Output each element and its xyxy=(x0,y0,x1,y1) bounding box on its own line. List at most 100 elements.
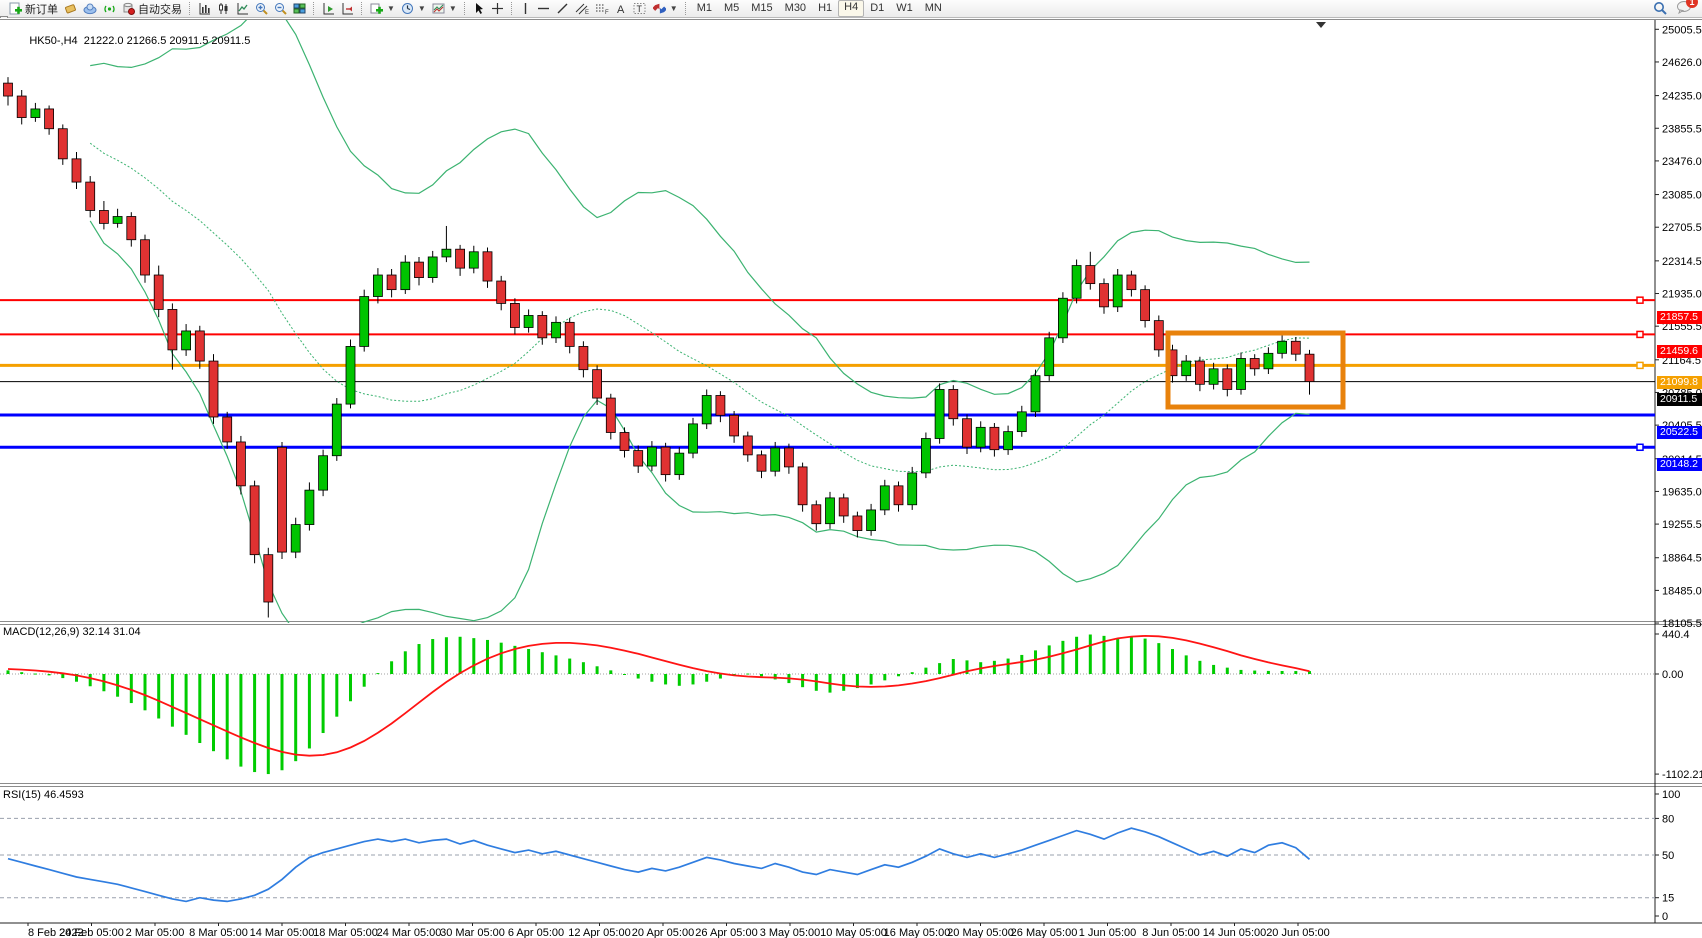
crosshair-icon xyxy=(491,2,504,15)
macd-histogram-bar xyxy=(1020,655,1023,674)
bar-chart-button[interactable] xyxy=(195,1,214,17)
rsi-axis-tick: 15 xyxy=(1662,893,1674,905)
macd-histogram-bar xyxy=(7,670,10,674)
line-handle[interactable] xyxy=(1637,297,1643,303)
auto-scroll-button[interactable] xyxy=(319,1,338,17)
cloud-icon xyxy=(83,2,97,15)
time-axis-label: 20 Jun 05:00 xyxy=(1266,927,1330,938)
level-price-badge: 21857.5 xyxy=(1657,311,1702,324)
horizontal-line-button[interactable] xyxy=(534,1,553,17)
candle-body xyxy=(236,442,245,486)
auto-trading-button[interactable]: 自动交易 xyxy=(119,1,185,17)
zoom-in-button[interactable] xyxy=(252,1,271,17)
crosshair-button[interactable] xyxy=(488,1,507,17)
macd-histogram-bar xyxy=(376,673,379,674)
macd-histogram-bar xyxy=(692,674,695,684)
chart-canvas[interactable]: 25005.524626.024235.023855.523476.023085… xyxy=(0,18,1702,938)
line-chart-button[interactable] xyxy=(233,1,252,17)
macd-histogram-bar xyxy=(1116,638,1119,674)
line-handle[interactable] xyxy=(1637,444,1643,450)
candle-body xyxy=(223,417,232,442)
profile-button[interactable] xyxy=(80,1,100,17)
arrows-button[interactable]: ▼ xyxy=(650,1,681,17)
templates-button[interactable]: ▼ xyxy=(429,1,460,17)
vertical-line-button[interactable] xyxy=(517,1,534,17)
timeframe-button-mn[interactable]: MN xyxy=(919,1,948,16)
timeframe-button-h4[interactable]: H4 xyxy=(838,0,864,17)
candle-body xyxy=(442,249,451,257)
candle-body xyxy=(469,252,478,268)
candle-body xyxy=(168,309,177,349)
timeframe-button-m30[interactable]: M30 xyxy=(779,1,812,16)
candle-body xyxy=(1305,354,1314,381)
macd-histogram-bar xyxy=(637,674,640,679)
macd-histogram-bar xyxy=(678,674,681,686)
candle-body xyxy=(332,404,341,456)
candle-body xyxy=(264,555,273,602)
candle-body xyxy=(127,217,136,240)
macd-histogram-bar xyxy=(34,674,37,675)
trendline-button[interactable] xyxy=(553,1,572,17)
macd-histogram-bar xyxy=(1089,635,1092,674)
timeframe-button-w1[interactable]: W1 xyxy=(890,1,919,16)
line-handle[interactable] xyxy=(1637,331,1643,337)
macd-histogram-bar xyxy=(760,674,763,676)
search-icon[interactable] xyxy=(1653,1,1668,16)
toolbar-separator xyxy=(361,2,363,15)
dropdown-arrow-icon: ▼ xyxy=(387,4,395,13)
trendline-icon xyxy=(556,2,569,15)
line-handle[interactable] xyxy=(1637,362,1643,368)
macd-histogram-bar xyxy=(267,674,270,774)
eraser-button[interactable] xyxy=(61,1,80,17)
candle-body xyxy=(675,453,684,475)
candle-body xyxy=(456,249,465,268)
timeframe-button-m15[interactable]: M15 xyxy=(745,1,778,16)
indicators-button[interactable]: ▼ xyxy=(367,1,398,17)
time-axis-label: 2 Mar 05:00 xyxy=(126,927,185,938)
toolbar-separator xyxy=(511,2,513,15)
rsi-axis-tick: 80 xyxy=(1662,813,1674,825)
candle-body xyxy=(716,395,725,415)
time-axis-label: 10 May 05:00 xyxy=(820,927,887,938)
zoom-out-button[interactable] xyxy=(271,1,290,17)
text-button[interactable]: A xyxy=(612,1,630,17)
macd-histogram-bar xyxy=(541,652,544,674)
cursor-button[interactable] xyxy=(470,1,488,17)
new-order-button[interactable]: 新订单 xyxy=(6,1,61,17)
rsi-axis-tick: 0 xyxy=(1662,911,1668,923)
candle-body xyxy=(497,281,506,303)
notifications-button[interactable]: 1 xyxy=(1676,0,1692,17)
candle-body xyxy=(1086,266,1095,284)
macd-histogram-bar xyxy=(404,651,407,674)
chart-shift-button[interactable] xyxy=(338,1,357,17)
macd-histogram-bar xyxy=(911,672,914,674)
cursor-icon xyxy=(473,2,485,15)
candle-body xyxy=(1237,358,1246,389)
timeframe-button-h1[interactable]: H1 xyxy=(812,1,838,16)
svg-text:A: A xyxy=(617,4,625,15)
candle-body xyxy=(634,451,643,466)
candle-body xyxy=(826,498,835,524)
candle-body xyxy=(579,346,588,369)
timeframe-button-d1[interactable]: D1 xyxy=(864,1,890,16)
candle-body xyxy=(99,210,108,223)
candle-body xyxy=(784,448,793,467)
equidistant-channel-button[interactable]: E xyxy=(572,1,592,17)
time-axis-label: 14 Mar 05:00 xyxy=(250,927,315,938)
periods-button[interactable]: ▼ xyxy=(398,1,429,17)
signal-button[interactable] xyxy=(100,1,119,17)
text-label-button[interactable]: T xyxy=(630,1,650,17)
candle-chart-button[interactable] xyxy=(214,1,233,17)
macd-histogram-bar xyxy=(239,674,242,767)
time-axis-label: 3 May 05:00 xyxy=(760,927,821,938)
timeframe-button-m1[interactable]: M1 xyxy=(691,1,718,16)
candle-body xyxy=(976,427,985,447)
candle-body xyxy=(17,96,26,118)
candle-body xyxy=(305,490,314,524)
macd-histogram-bar xyxy=(705,674,708,682)
macd-histogram-bar xyxy=(1048,645,1051,674)
tile-windows-button[interactable] xyxy=(290,1,309,17)
timeframe-button-m5[interactable]: M5 xyxy=(718,1,745,16)
fibonacci-button[interactable]: F xyxy=(592,1,612,17)
dropdown-arrow-icon: ▼ xyxy=(449,4,457,13)
